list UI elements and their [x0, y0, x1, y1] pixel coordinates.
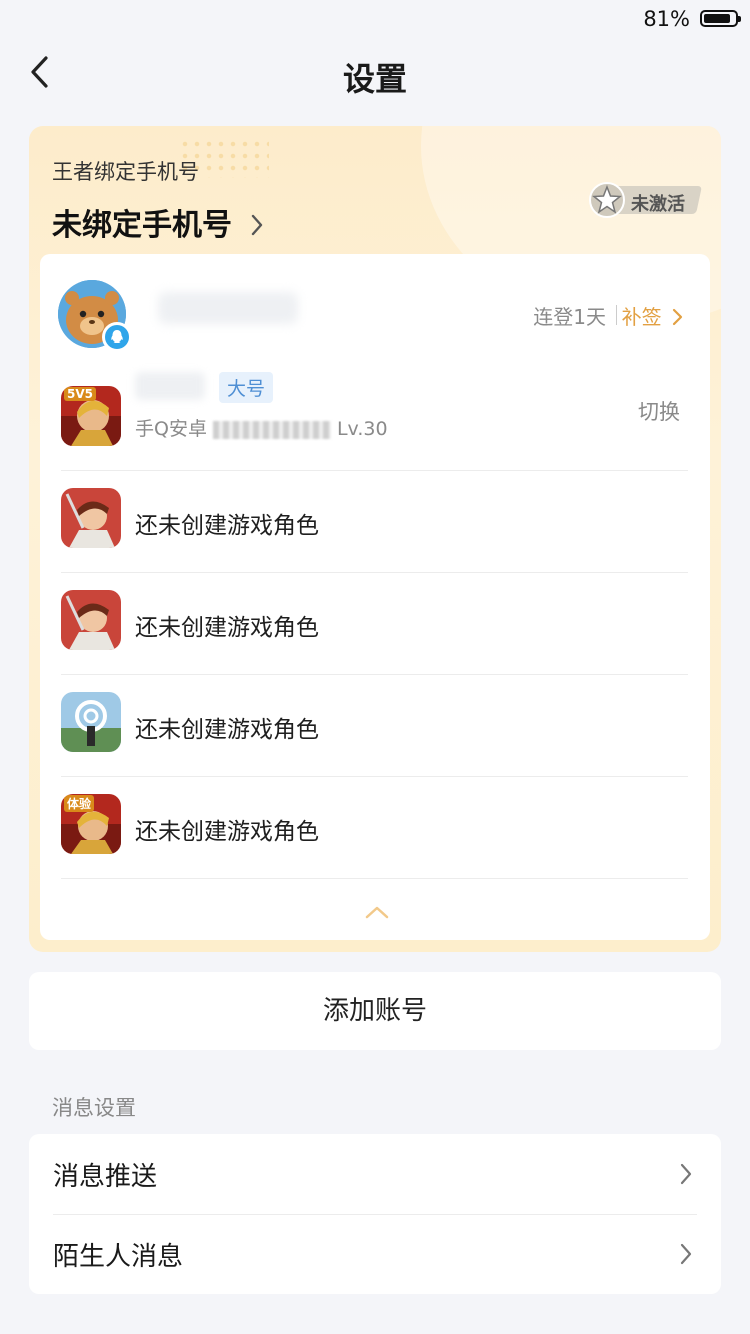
hero-icon — [61, 488, 121, 548]
role-row[interactable]: 还未创建游戏角色 — [61, 572, 688, 675]
game-mode-tag: 5V5 — [64, 387, 96, 401]
trial-tag: 体验 — [64, 795, 95, 812]
bind-phone-link[interactable]: 未绑定手机号 — [52, 200, 264, 244]
role-row[interactable]: 还未创建游戏角色 — [61, 470, 688, 573]
role-name-redacted — [135, 372, 205, 400]
role-sub-info: 手Q安卓 Lv.30 — [135, 414, 388, 441]
nickname-redacted — [158, 292, 298, 324]
qq-badge — [102, 322, 132, 352]
role-status-text: 还未创建游戏角色 — [135, 717, 319, 743]
message-push-row[interactable]: 消息推送 — [29, 1134, 721, 1215]
status-bar: 81% — [0, 0, 750, 40]
collapse-button[interactable] — [365, 904, 389, 923]
message-push-label: 消息推送 — [53, 1162, 158, 1192]
qq-penguin-icon — [111, 330, 123, 343]
role-status-text: 还未创建游戏角色 — [135, 513, 319, 539]
game-icon — [61, 590, 121, 650]
star-emblem-icon — [589, 182, 625, 218]
stranger-message-label: 陌生人消息 — [53, 1242, 184, 1272]
nav-bar: 设置 — [0, 40, 750, 106]
main-account-tag: 大号 — [219, 372, 274, 403]
role-row[interactable]: 体验 还未创建游戏角色 — [61, 776, 688, 879]
login-days: 连登1天 — [533, 305, 606, 329]
battery-icon — [700, 10, 741, 27]
page-title: 设置 — [342, 60, 407, 98]
role-status-text: 还未创建游戏角色 — [135, 819, 319, 845]
platform-label: 手Q安卓 — [135, 418, 207, 440]
chevron-right-icon — [680, 1163, 692, 1185]
add-account-button[interactable]: 添加账号 — [29, 972, 721, 1050]
level-label: Lv.30 — [336, 418, 388, 440]
main-role-row[interactable]: 5V5 大号 手Q安卓 Lv.30 切换 — [61, 368, 688, 471]
bind-phone-value: 未绑定手机号 — [52, 208, 232, 243]
switch-role-button[interactable]: 切换 — [638, 396, 680, 426]
bind-phone-label: 王者绑定手机号 — [52, 160, 199, 184]
message-settings-heading: 消息设置 — [52, 1096, 136, 1120]
world-icon — [61, 692, 121, 752]
battery-percentage: 81% — [643, 7, 690, 31]
account-card: 王者绑定手机号 未绑定手机号 未激活 连登1天 补签 5V5 大号 手Q安卓 L… — [29, 126, 721, 952]
resign-label: 补签 — [621, 305, 662, 329]
chevron-right-icon — [252, 214, 263, 235]
role-row[interactable]: 还未创建游戏角色 — [61, 674, 688, 777]
stranger-message-row[interactable]: 陌生人消息 — [29, 1214, 721, 1294]
hero-icon — [61, 590, 121, 650]
role-id-redacted — [212, 420, 331, 439]
inactive-badge-label: 未激活 — [631, 194, 685, 215]
game-icon: 体验 — [61, 794, 121, 854]
account-roles-panel: 连登1天 补签 5V5 大号 手Q安卓 Lv.30 切换 还未创建游戏角色 还未… — [40, 254, 710, 940]
inactive-badge: 未激活 — [587, 180, 702, 220]
resign-button[interactable]: 补签 — [622, 301, 684, 330]
chevron-up-icon — [365, 906, 389, 919]
chevron-right-icon — [680, 1243, 692, 1265]
divider — [616, 305, 617, 325]
chevron-right-icon — [672, 308, 683, 326]
message-settings-card: 消息推送 陌生人消息 — [29, 1134, 721, 1294]
game-icon — [61, 692, 121, 752]
game-icon — [61, 488, 121, 548]
game-icon: 5V5 — [61, 386, 121, 446]
role-status-text: 还未创建游戏角色 — [135, 615, 319, 641]
